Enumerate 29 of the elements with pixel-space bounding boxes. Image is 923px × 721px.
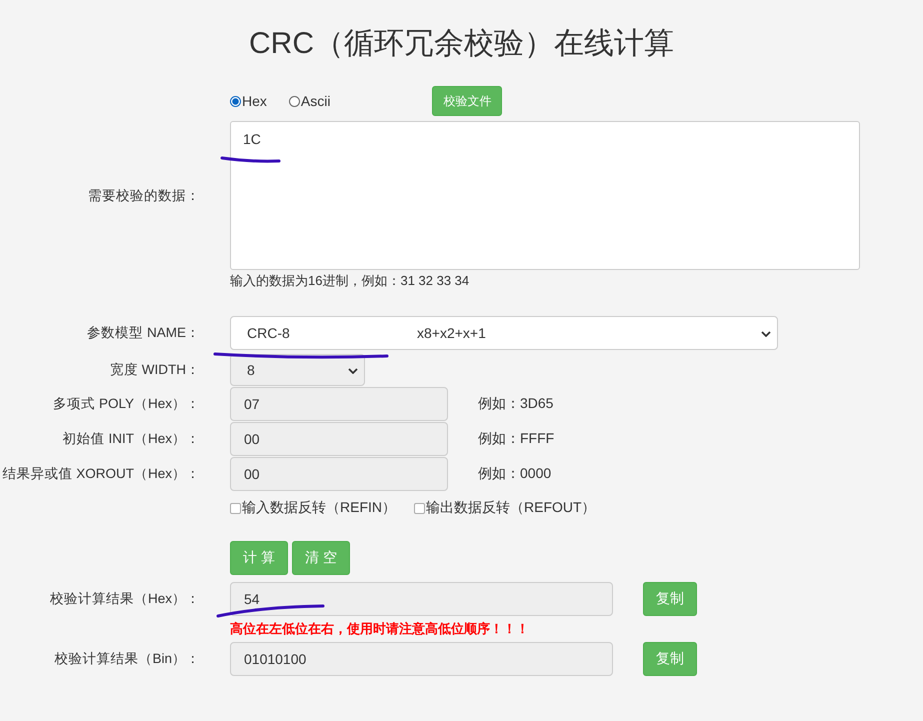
field-label: 多项式 POLY（Hex）：	[53, 394, 200, 412]
field-label: 参数模型 NAME：	[87, 324, 200, 342]
hint-text: 输入的数据为16进制，例如：31 32 33 34	[230, 272, 470, 290]
field-label: 需要校验的数据：	[88, 186, 200, 204]
field-label: 宽度 WIDTH：	[110, 361, 200, 379]
model-select[interactable]: CRC-8 x8+x2+x+1	[230, 316, 778, 350]
pen-stroke	[220, 156, 280, 163]
param-field[interactable]: 00	[230, 456, 448, 490]
field-label: 校验计算结果（Bin）：	[54, 650, 200, 668]
param-field[interactable]: 00	[230, 422, 448, 456]
page-title: CRC（循环冗余校验）在线计算	[248, 26, 675, 62]
example-text: 例如：3D65	[478, 394, 554, 412]
example-text: 例如：0000	[478, 464, 552, 482]
caret-icon	[761, 331, 771, 337]
checkbox-option[interactable]: 输出数据反转（REFOUT）	[414, 499, 596, 517]
result-field[interactable]: 54	[230, 582, 613, 616]
width-select[interactable]: 8	[230, 354, 365, 386]
example-text: 例如：FFFF	[478, 430, 554, 448]
field-label: 初始值 INIT（Hex）：	[62, 430, 200, 448]
warning-text: 高位在左低位在右，使用时请注意高低位顺序！！！	[230, 620, 529, 638]
field-label: 结果异或值 XOROUT（Hex）：	[2, 464, 200, 482]
checkbox-option[interactable]: 输入数据反转（REFIN）	[230, 499, 396, 517]
radio-option[interactable]: Ascii	[288, 93, 330, 109]
radio-option[interactable]: Hex	[230, 93, 267, 109]
field-label: 校验计算结果（Hex）：	[50, 590, 200, 608]
param-field[interactable]: 07	[230, 386, 448, 420]
caret-icon	[348, 368, 358, 374]
data-input-field[interactable]: 1C	[230, 121, 860, 270]
result-field[interactable]: 01010100	[230, 642, 613, 676]
